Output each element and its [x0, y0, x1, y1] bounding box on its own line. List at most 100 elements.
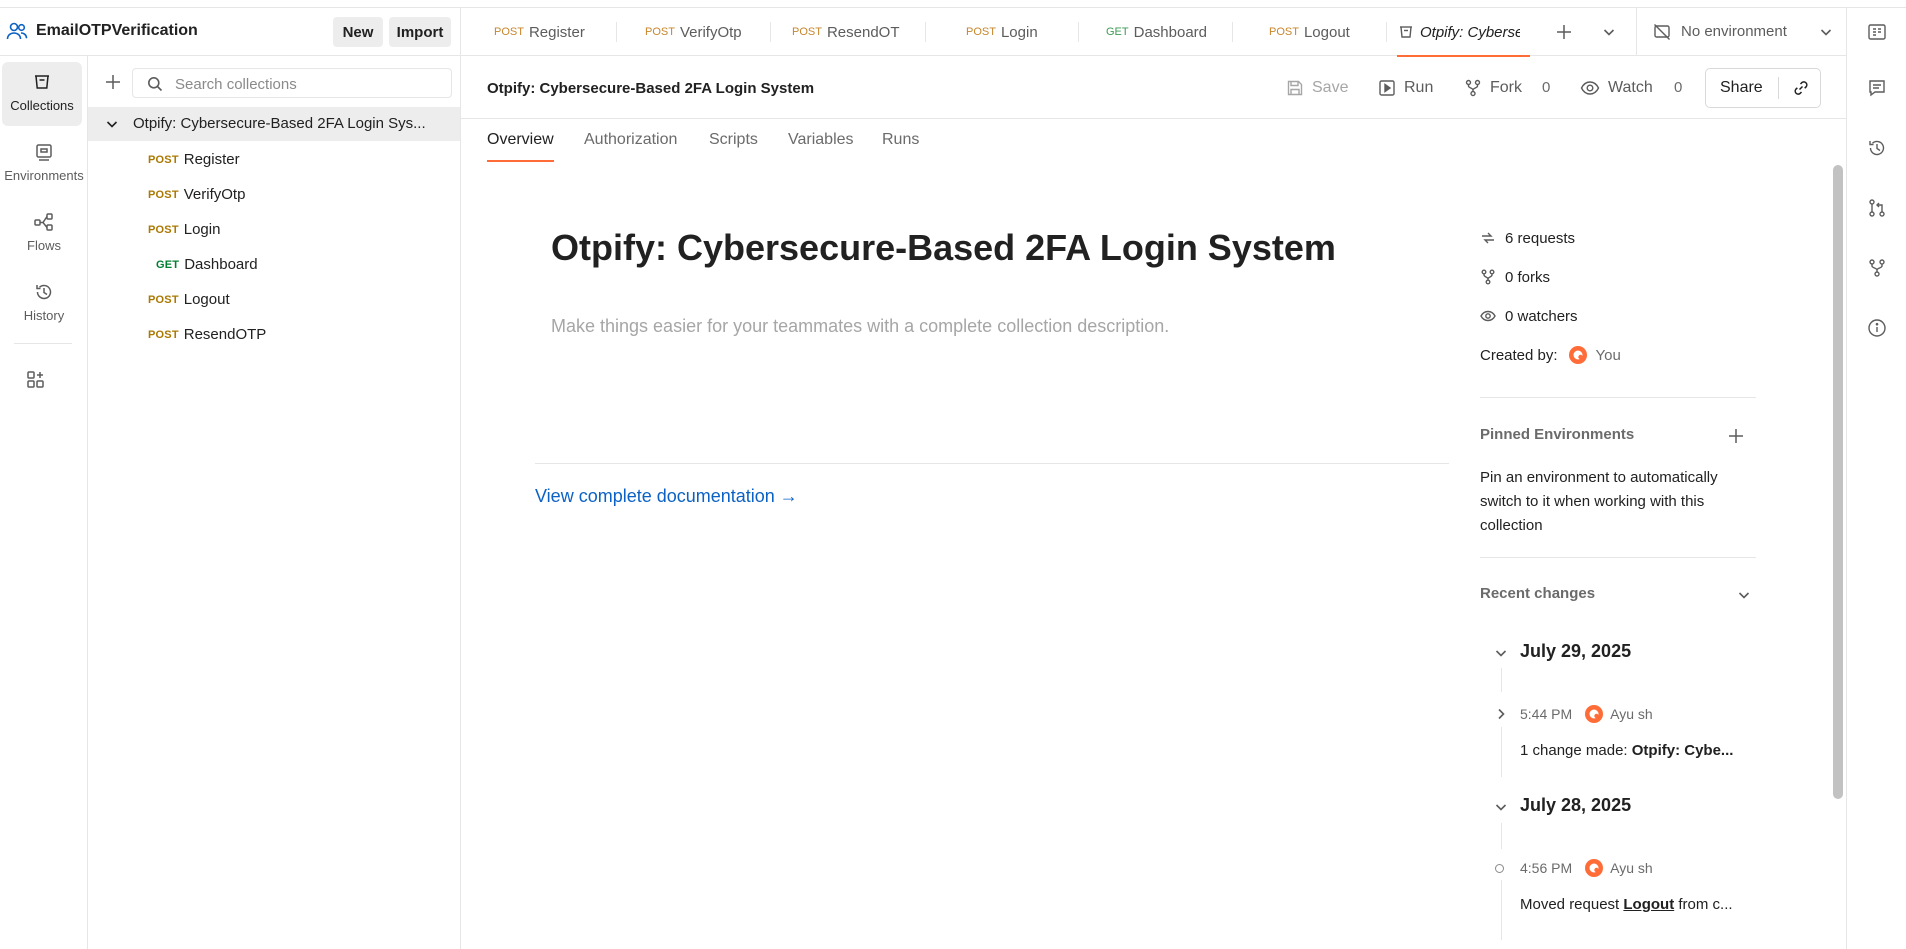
tab-method: POST — [792, 26, 822, 38]
workspace-name[interactable]: EmailOTPVerification — [36, 22, 198, 40]
pinned-environments-description: Pin an environment to automatically swit… — [1480, 469, 1718, 534]
share-button[interactable]: Share — [1720, 79, 1763, 97]
rail-flows-label: Flows — [27, 238, 61, 253]
tab-separator — [1386, 22, 1387, 42]
eye-icon — [1580, 79, 1600, 97]
tab-resendotp[interactable]: POST ResendOTF — [792, 8, 900, 56]
timeline-line — [1501, 668, 1502, 692]
fork-icon — [1480, 269, 1498, 285]
watch-button[interactable]: Watch — [1580, 77, 1653, 99]
request-item-logout[interactable]: POST Logout — [148, 283, 230, 316]
add-collection-icon[interactable] — [104, 73, 122, 91]
method-badge: GET — [156, 258, 180, 271]
request-label: VerifyOtp — [183, 186, 246, 203]
rail-collections[interactable]: Collections — [2, 62, 82, 126]
run-button[interactable]: Run — [1378, 77, 1433, 99]
search-collections[interactable] — [132, 68, 452, 98]
active-subtab-indicator — [487, 160, 554, 162]
request-item-login[interactable]: POST Login — [148, 213, 220, 246]
request-item-register[interactable]: POST Register — [148, 143, 240, 176]
fork-button[interactable]: Fork — [1464, 77, 1522, 99]
info-icon[interactable] — [1867, 318, 1887, 338]
request-item-verifyotp[interactable]: POST VerifyOtp — [148, 178, 245, 211]
tab-login[interactable]: POST Login — [966, 8, 1038, 56]
change-target: Otpify: Cybe... — [1631, 742, 1734, 759]
change-target-link[interactable]: Logout — [1623, 896, 1674, 913]
workspace-header: EmailOTPVerification New Import — [0, 8, 461, 56]
subtab-authorization[interactable]: Authorization — [584, 131, 677, 149]
scrollbar[interactable] — [1833, 165, 1843, 799]
pull-requests-icon[interactable] — [1867, 198, 1887, 218]
date-chevron-down-icon[interactable] — [1494, 800, 1508, 814]
change-description[interactable]: 1 change made: Otpify: Cybe... — [1520, 742, 1733, 759]
search-input[interactable] — [175, 74, 435, 94]
created-by-value[interactable]: You — [1596, 347, 1621, 364]
chevron-down-icon[interactable] — [105, 117, 119, 131]
requests-stat: 6 requests — [1480, 227, 1575, 249]
tab-collection-overview[interactable]: Otpify: Cyberse — [1398, 8, 1520, 56]
tab-label: Otpify: Cyberse — [1420, 23, 1520, 41]
forks-icon[interactable] — [1867, 258, 1887, 278]
collection-row[interactable]: Otpify: Cybersecure-Based 2FA Login Sys.… — [88, 107, 460, 141]
subtab-overview[interactable]: Overview — [487, 131, 554, 149]
import-button[interactable]: Import — [389, 17, 451, 47]
tab-label: ResendOTF — [826, 23, 900, 41]
tab-register[interactable]: POST Register — [494, 8, 585, 56]
new-tab-icon[interactable] — [1555, 23, 1573, 41]
watch-count[interactable]: 0 — [1674, 79, 1682, 96]
request-label: Logout — [183, 291, 230, 308]
request-label: ResendOTP — [183, 326, 267, 343]
tab-dashboard[interactable]: GET Dashboard — [1106, 8, 1207, 56]
run-label: Run — [1404, 79, 1434, 96]
tab-logout[interactable]: POST Logout — [1269, 8, 1350, 56]
overview-divider — [535, 463, 1449, 464]
tab-separator — [1078, 22, 1079, 42]
request-label: Dashboard — [184, 256, 258, 273]
new-button[interactable]: New — [333, 17, 383, 47]
tab-method: POST — [494, 26, 524, 38]
changelog-icon[interactable] — [1867, 138, 1887, 158]
add-pinned-environment-icon[interactable] — [1728, 428, 1744, 444]
view-documentation-link[interactable]: View complete documentation → — [535, 486, 798, 507]
copy-link-icon[interactable] — [1792, 79, 1810, 97]
chevron-right-icon[interactable] — [1494, 707, 1508, 721]
description-placeholder[interactable]: Make things easier for your teammates wi… — [551, 316, 1169, 337]
history-icon — [34, 282, 54, 302]
rail-environments-label: Environments — [4, 168, 84, 183]
forks-count: 0 forks — [1505, 268, 1551, 286]
collection-title: Otpify: Cybersecure-Based 2FA Login Syst… — [487, 80, 815, 97]
overview-title[interactable]: Otpify: Cybersecure-Based 2FA Login Syst… — [551, 227, 1336, 269]
tab-label: Dashboard — [1133, 23, 1208, 41]
request-item-dashboard[interactable]: GET Dashboard — [156, 248, 258, 281]
fork-count[interactable]: 0 — [1542, 79, 1550, 96]
tab-method: POST — [1269, 26, 1299, 38]
left-rail: Collections Environments Flows History — [0, 56, 88, 949]
subtab-variables[interactable]: Variables — [788, 131, 854, 149]
api-icon[interactable] — [1867, 22, 1887, 42]
share-group: Share — [1705, 68, 1821, 108]
timeline-line — [1501, 727, 1502, 777]
rail-flows[interactable]: Flows — [0, 202, 88, 266]
comments-icon[interactable] — [1867, 78, 1887, 98]
method-badge: POST — [148, 223, 179, 236]
date-chevron-down-icon[interactable] — [1494, 646, 1508, 660]
rail-history[interactable]: History — [0, 272, 88, 336]
request-item-resendotp[interactable]: POST ResendOTP — [148, 318, 266, 351]
rail-environments[interactable]: Environments — [0, 132, 88, 196]
change-description[interactable]: Moved request Logout from c... — [1520, 896, 1733, 913]
tabs-chevron-down-icon[interactable] — [1602, 25, 1616, 39]
save-button[interactable]: Save — [1286, 77, 1348, 99]
right-rail — [1846, 8, 1906, 949]
recent-chevron-down-icon[interactable] — [1737, 588, 1751, 602]
environment-selector[interactable]: No environment — [1636, 8, 1846, 56]
window-top-strip — [0, 0, 1906, 8]
change-text: Moved request — [1520, 896, 1624, 913]
configure-workbench-icon[interactable] — [26, 370, 46, 390]
change-time-row: 5:44 PM Ayu sh — [1520, 704, 1653, 724]
tab-verifyotp[interactable]: POST VerifyOtp — [645, 8, 742, 56]
subtab-runs[interactable]: Runs — [882, 131, 919, 149]
change-text-suffix: from c... — [1674, 896, 1733, 913]
change-time: 4:56 PM — [1520, 860, 1573, 876]
subtab-scripts[interactable]: Scripts — [709, 131, 758, 149]
tab-separator — [1232, 22, 1233, 42]
